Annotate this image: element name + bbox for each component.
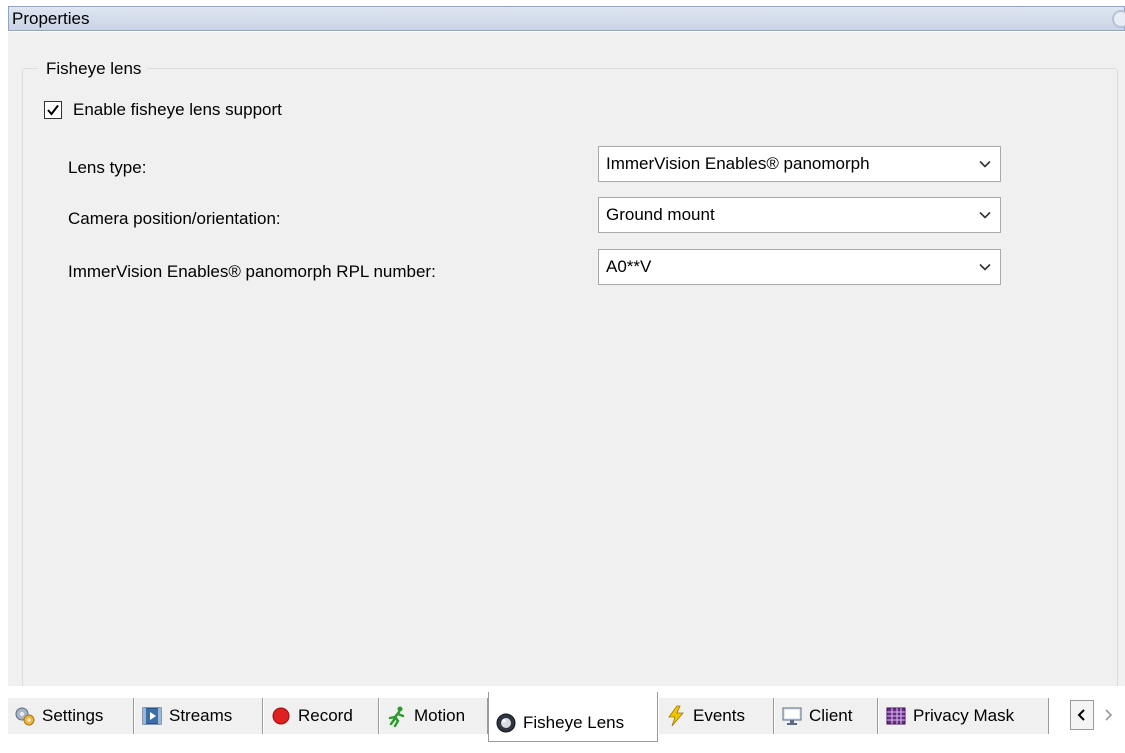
tab-label: Events [693, 706, 745, 725]
enable-fisheye-row[interactable]: Enable fisheye lens support [44, 100, 282, 120]
tab-client[interactable]: Client [775, 698, 878, 734]
properties-titlebar: Properties [8, 6, 1125, 31]
rpl-number-label: ImmerVision Enables® panomorph RPL numbe… [68, 262, 436, 281]
record-icon [270, 705, 292, 727]
chevron-down-icon [970, 160, 1000, 168]
properties-tabstrip: Settings Streams Record Motion Fisheye L… [8, 686, 1125, 753]
tab-label: Streams [169, 706, 233, 725]
camera-position-select[interactable]: Ground mount [598, 197, 1001, 233]
tab-label: Privacy Mask [913, 706, 1015, 725]
window-title: Properties [12, 8, 90, 28]
tab-label: Client [809, 706, 853, 725]
tab-scroll-right-button[interactable] [1096, 700, 1120, 730]
tab-streams[interactable]: Streams [135, 698, 263, 734]
chevron-down-icon [970, 211, 1000, 219]
fisheye-icon [495, 712, 517, 734]
tab-label: Record [298, 706, 353, 725]
chevron-right-icon [1105, 709, 1113, 721]
lens-type-value: ImmerVision Enables® panomorph [606, 154, 870, 173]
properties-panel: Fisheye lens Enable fisheye lens support… [8, 32, 1125, 694]
tab-events[interactable]: Events [659, 698, 774, 734]
tab-record[interactable]: Record [264, 698, 379, 734]
lens-type-label: Lens type: [68, 158, 147, 177]
streams-icon [141, 705, 163, 727]
settings-icon [14, 705, 36, 727]
tab-label: Motion [414, 706, 466, 725]
pin-icon[interactable] [1112, 10, 1125, 28]
tab-fisheye-lens[interactable]: Fisheye Lens [488, 692, 658, 742]
groupbox-label: Fisheye lens [38, 59, 148, 79]
rpl-number-value: A0**V [606, 257, 652, 276]
tab-motion[interactable]: Motion [380, 698, 488, 734]
enable-fisheye-label: Enable fisheye lens support [73, 100, 282, 119]
tab-label: Fisheye Lens [523, 712, 625, 732]
camera-position-label: Camera position/orientation: [68, 209, 281, 228]
rpl-number-select[interactable]: A0**V [598, 249, 1001, 285]
chevron-left-icon [1077, 709, 1085, 721]
checkmark-icon [47, 104, 59, 116]
tab-settings[interactable]: Settings [8, 698, 134, 734]
tab-label: Settings [42, 706, 104, 725]
tab-scroll-left-button[interactable] [1070, 700, 1094, 730]
client-icon [781, 705, 803, 727]
camera-position-value: Ground mount [606, 205, 715, 224]
tab-privacy-mask[interactable]: Privacy Mask [879, 698, 1049, 734]
events-icon [665, 705, 687, 727]
lens-type-select[interactable]: ImmerVision Enables® panomorph [598, 146, 1001, 182]
enable-fisheye-checkbox[interactable] [44, 101, 62, 119]
chevron-down-icon [970, 263, 1000, 271]
privacy-mask-icon [885, 705, 907, 727]
motion-icon [386, 705, 408, 727]
